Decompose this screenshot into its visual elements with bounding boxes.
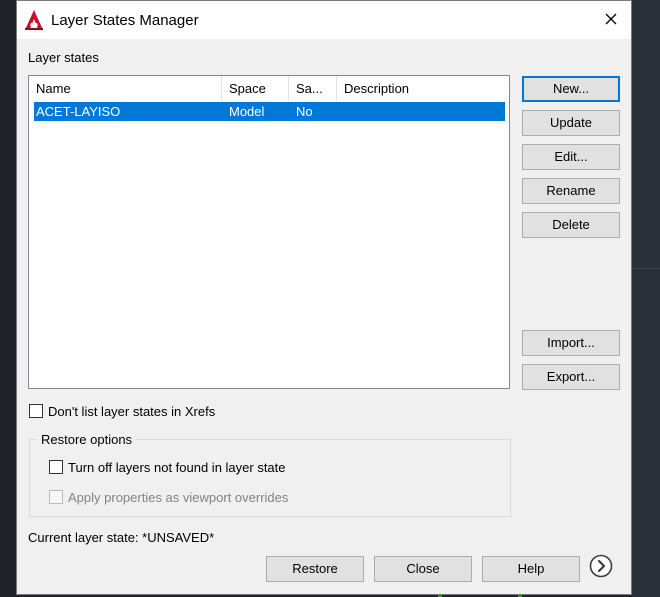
turn-off-layers-checkbox[interactable]	[49, 460, 63, 474]
list-header: Name Space Sa... Description	[29, 76, 509, 101]
close-button[interactable]: Close	[374, 556, 472, 582]
restore-button[interactable]: Restore	[266, 556, 364, 582]
dont-list-xrefs-checkbox[interactable]	[29, 404, 43, 418]
title-bar: Layer States Manager	[17, 1, 631, 39]
cell-description	[342, 102, 344, 121]
cell-same: No	[296, 104, 313, 119]
background-panel	[632, 0, 660, 597]
chevron-right-circle-icon[interactable]	[589, 554, 613, 578]
new-button[interactable]: New...	[522, 76, 620, 102]
export-button[interactable]: Export...	[522, 364, 620, 390]
restore-options-title: Restore options	[37, 432, 137, 447]
turn-off-layers-label: Turn off layers not found in layer state	[68, 460, 286, 475]
close-icon[interactable]	[601, 9, 621, 29]
column-header-same[interactable]: Sa...	[289, 76, 337, 101]
restore-options-group	[29, 439, 511, 517]
layer-states-dialog: Layer States Manager Layer states Name S…	[16, 0, 632, 595]
viewport-overrides-label: Apply properties as viewport overrides	[68, 490, 289, 505]
window-title: Layer States Manager	[51, 12, 199, 29]
edit-button[interactable]: Edit...	[522, 144, 620, 170]
table-row[interactable]: ACET-LAYISO Model No	[34, 102, 505, 121]
import-button[interactable]: Import...	[522, 330, 620, 356]
current-layer-state: Current layer state: *UNSAVED*	[28, 530, 215, 545]
background-line	[632, 268, 660, 269]
rename-button[interactable]: Rename	[522, 178, 620, 204]
layer-states-list[interactable]: Name Space Sa... Description ACET-LAYISO…	[28, 75, 510, 389]
cell-name: ACET-LAYISO	[36, 104, 121, 119]
column-header-space[interactable]: Space	[222, 76, 289, 101]
help-button[interactable]: Help	[482, 556, 580, 582]
delete-button[interactable]: Delete	[522, 212, 620, 238]
dont-list-xrefs-label: Don't list layer states in Xrefs	[48, 404, 216, 419]
autocad-logo-icon	[25, 10, 43, 30]
layer-states-label: Layer states	[28, 50, 99, 65]
viewport-overrides-checkbox	[49, 490, 63, 504]
update-button[interactable]: Update	[522, 110, 620, 136]
cell-space: Model	[229, 104, 265, 119]
column-header-name[interactable]: Name	[29, 76, 222, 101]
column-header-description[interactable]: Description	[337, 76, 509, 101]
